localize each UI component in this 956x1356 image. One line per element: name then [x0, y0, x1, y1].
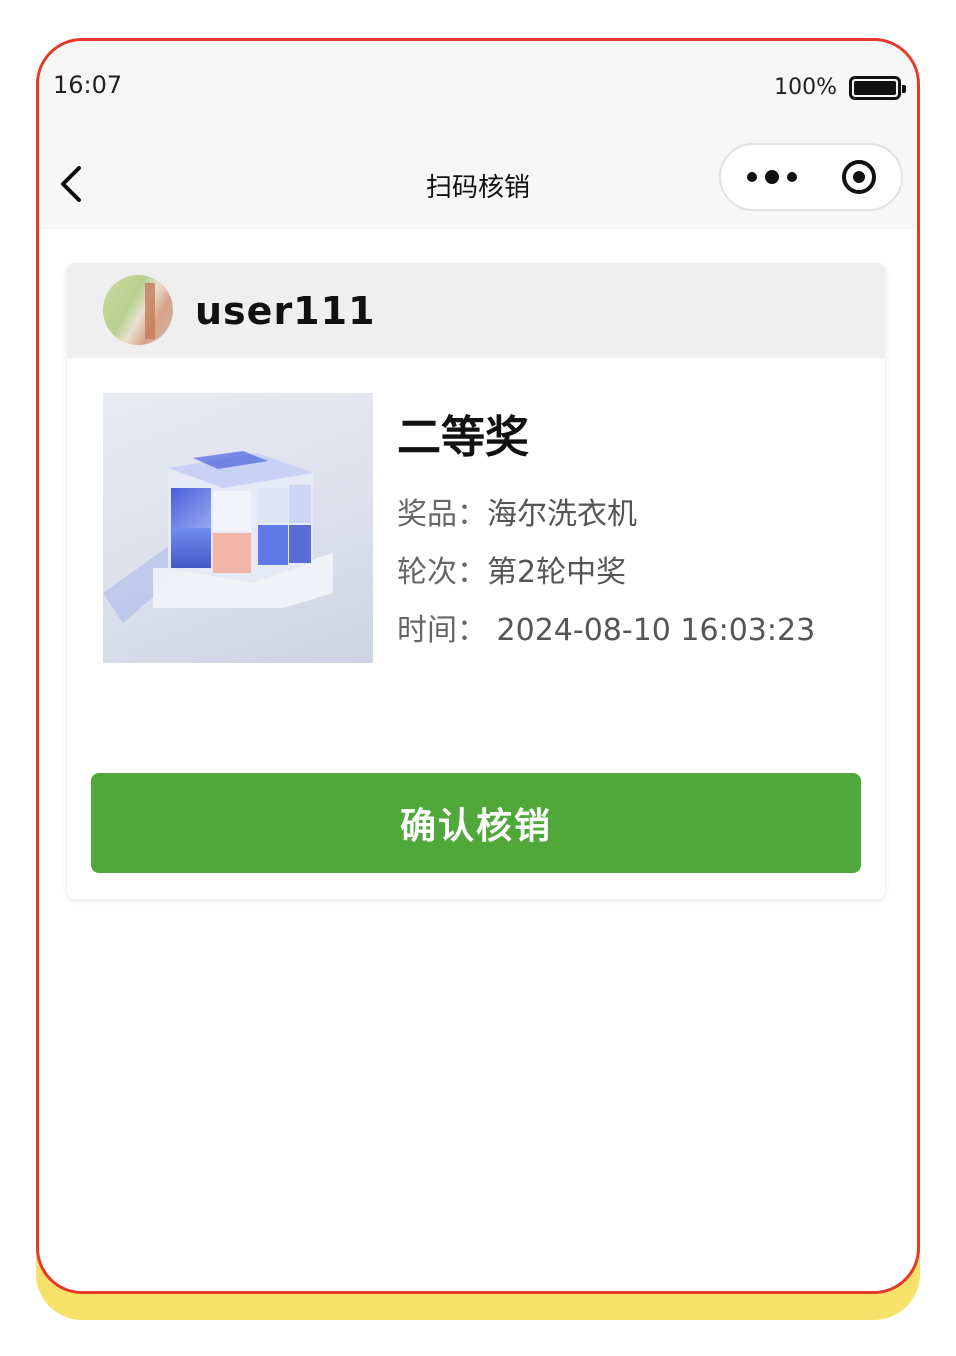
more-dots-icon [747, 170, 797, 184]
prize-level: 二等奖 [397, 412, 529, 463]
round-value: 第2轮中奖 [487, 555, 627, 590]
phone-frame: 16:07 100% 扫码核销 user111 二等奖 奖品：海尔洗衣机 轮次：… [36, 38, 920, 1294]
detail-time: 时间： 2024-08-10 16:03:23 [397, 605, 815, 649]
detail-round: 轮次：第2轮中奖 [397, 547, 626, 591]
status-time: 16:07 [53, 71, 123, 99]
round-label: 轮次： [397, 555, 487, 590]
avatar [103, 275, 173, 345]
user-header: user111 [67, 263, 885, 358]
battery-icon [849, 76, 906, 100]
username: user111 [195, 289, 376, 333]
time-label: 时间： [397, 613, 487, 648]
time-value: 2024-08-10 16:03:23 [487, 613, 816, 648]
battery-percent: 100% [774, 75, 837, 100]
glass-cube-illustration [103, 451, 333, 623]
target-circle-icon [842, 160, 876, 194]
mini-program-capsule [719, 143, 903, 211]
verification-card: user111 二等奖 奖品：海尔洗衣机 轮次：第2轮中奖 时间： 2024-0… [67, 263, 885, 899]
prize-value: 海尔洗衣机 [487, 497, 637, 532]
detail-prize: 奖品：海尔洗衣机 [397, 489, 637, 533]
more-button[interactable] [737, 145, 807, 209]
navigation-bar: 扫码核销 [39, 141, 917, 229]
close-button[interactable] [827, 145, 891, 209]
confirm-verify-button[interactable]: 确认核销 [91, 773, 861, 873]
status-bar: 16:07 100% [39, 41, 917, 141]
prize-label: 奖品： [397, 497, 487, 532]
prize-image [103, 393, 373, 663]
